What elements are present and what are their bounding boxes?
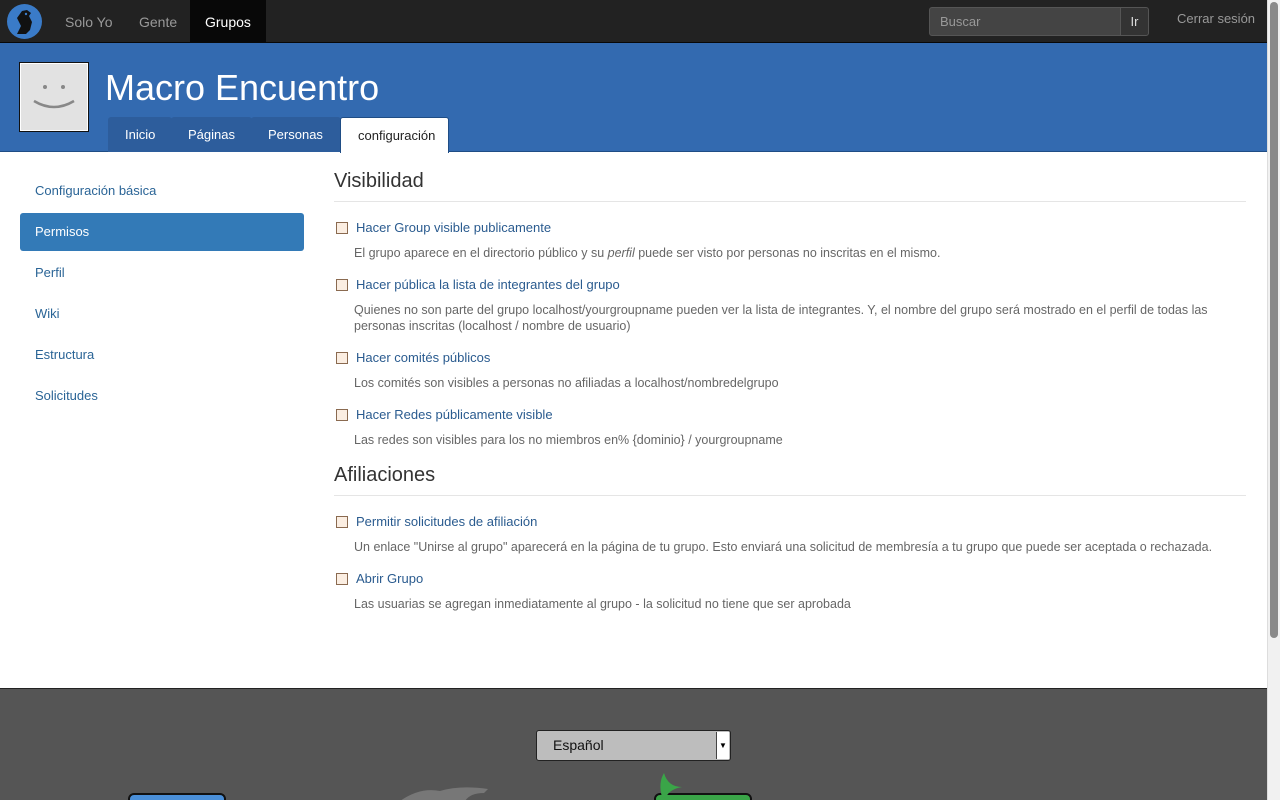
section-title-visibilidad: Visibilidad [334, 170, 1246, 202]
tab-configuracion[interactable]: configuración [340, 117, 449, 153]
checkbox-networks-public[interactable] [336, 408, 348, 421]
language-select-value: Español [553, 737, 604, 753]
tab-inicio[interactable]: Inicio [108, 117, 172, 152]
nav-grupos[interactable]: Grupos [190, 0, 266, 42]
option-label[interactable]: Hacer comités públicos [356, 350, 490, 365]
option-committees-public: Hacer comités públicos Los comités son v… [334, 350, 1246, 391]
option-label[interactable]: Permitir solicitudes de afiliación [356, 514, 537, 529]
tab-paginas[interactable]: Páginas [171, 117, 252, 152]
option-description: Quienes no son parte del grupo localhost… [354, 303, 1208, 333]
vertical-scrollbar[interactable] [1267, 0, 1280, 800]
option-members-public: Hacer pública la lista de integrantes de… [334, 277, 1246, 334]
option-label[interactable]: Abrir Grupo [356, 571, 423, 586]
sidebar-item-configuracion-basica[interactable]: Configuración básica [20, 172, 304, 210]
sidebar-item-solicitudes[interactable]: Solicitudes [20, 377, 304, 415]
language-select[interactable]: Español ▼ [536, 730, 731, 761]
smiley-avatar-icon [33, 85, 75, 109]
nav-gente[interactable]: Gente [124, 0, 192, 42]
checkbox-committees-public[interactable] [336, 351, 348, 364]
option-label[interactable]: Hacer Group visible publicamente [356, 220, 551, 235]
leaf-icon [656, 773, 696, 797]
tab-personas[interactable]: Personas [251, 117, 341, 152]
sidebar-item-permisos[interactable]: Permisos [20, 213, 304, 251]
option-label[interactable]: Hacer pública la lista de integrantes de… [356, 277, 620, 292]
top-navbar: Solo Yo Gente Grupos Buscar Ir Cerrar se… [0, 0, 1267, 43]
group-header: Macro Encuentro Inicio Páginas Personas … [0, 43, 1267, 153]
option-membership-requests: Permitir solicitudes de afiliación Un en… [334, 514, 1246, 555]
sidebar-item-wiki[interactable]: Wiki [20, 295, 304, 333]
option-group-visible: Hacer Group visible publicamente El grup… [334, 220, 1246, 261]
chevron-down-icon: ▼ [716, 732, 729, 759]
sidebar-item-perfil[interactable]: Perfil [20, 254, 304, 292]
group-avatar [19, 62, 89, 132]
sidebar-item-estructura[interactable]: Estructura [20, 336, 304, 374]
checkbox-group-visible[interactable] [336, 221, 348, 234]
option-description: El grupo aparece en el directorio públic… [354, 246, 941, 260]
logout-link[interactable]: Cerrar sesión [1177, 11, 1255, 26]
option-description: Las usuarias se agregan inmediatamente a… [354, 597, 851, 611]
group-title: Macro Encuentro [105, 67, 380, 108]
settings-sidebar: Configuración básica Permisos Perfil Wik… [20, 172, 304, 418]
option-description: Los comités son visibles a personas no a… [354, 376, 779, 390]
search-button[interactable]: Ir [1120, 7, 1149, 36]
option-label[interactable]: Hacer Redes públicamente visible [356, 407, 553, 422]
option-description: Las redes son visibles para los no miemb… [354, 433, 783, 447]
option-networks-public: Hacer Redes públicamente visible Las red… [334, 407, 1246, 448]
page-footer: Español ▼ [0, 688, 1267, 800]
search-input[interactable]: Buscar [929, 7, 1121, 36]
nav-solo-yo[interactable]: Solo Yo [50, 0, 128, 42]
footer-badge-left [128, 793, 226, 800]
option-description: Un enlace "Unirse al grupo" aparecerá en… [354, 540, 1213, 554]
checkbox-open-group[interactable] [336, 572, 348, 585]
checkbox-members-public[interactable] [336, 278, 348, 291]
section-title-afiliaciones: Afiliaciones [334, 464, 1246, 496]
footer-animal-logo-icon [380, 785, 490, 800]
scrollbar-thumb[interactable] [1270, 2, 1278, 638]
checkbox-membership-requests[interactable] [336, 515, 348, 528]
option-open-group: Abrir Grupo Las usuarias se agregan inme… [334, 571, 1246, 612]
crow-logo-icon[interactable] [7, 4, 42, 39]
permissions-panel: Visibilidad Hacer Group visible publicam… [334, 170, 1246, 628]
